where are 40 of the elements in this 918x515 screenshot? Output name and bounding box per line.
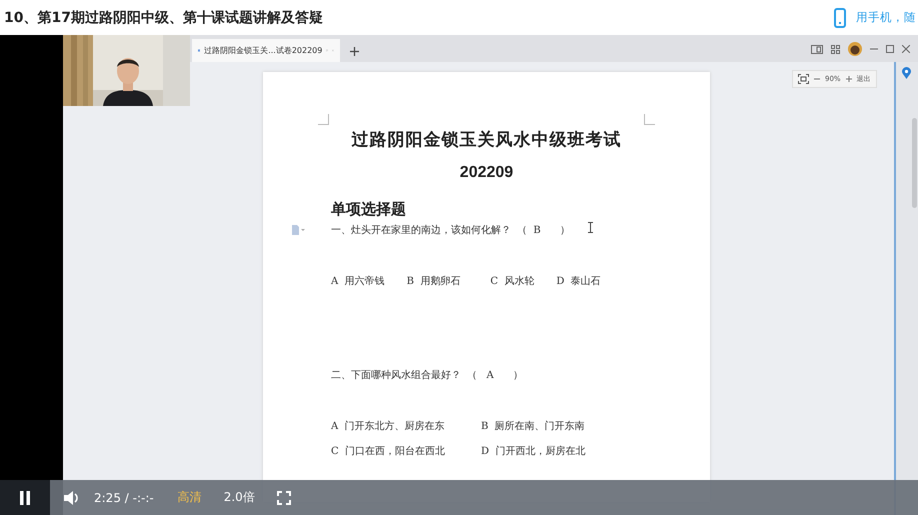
grid-icon[interactable] xyxy=(831,44,840,54)
pause-icon[interactable] xyxy=(19,490,31,504)
quality-button[interactable]: 高清 xyxy=(178,489,202,506)
play-pause-button[interactable] xyxy=(0,480,50,515)
lesson-title: 10、第17期过路阴阳中级、第十课试题讲解及答疑 xyxy=(4,8,324,26)
answer-option: B 用鹅卵石 xyxy=(406,274,460,288)
answer-text: （ A ） xyxy=(467,369,523,382)
new-tab-icon[interactable] xyxy=(350,47,359,56)
question-text: 二、下面哪种风水组合最好？ xyxy=(331,368,461,382)
answer-option: D 泰山石 xyxy=(556,274,601,288)
zoom-in-icon[interactable] xyxy=(846,76,852,82)
text-cursor-icon xyxy=(588,222,593,232)
document-title: 过路阴阳金锁玉关风水中级班考试 xyxy=(350,129,622,151)
answer-option: A 用六帝钱 xyxy=(331,274,385,288)
playback-time: 2:25 / -:-:- xyxy=(94,490,154,504)
question-text: 一、灶头开在家里的南边，该如何化解？ xyxy=(331,224,511,237)
section-heading: 单项选择题 xyxy=(331,200,407,219)
fit-page-icon[interactable] xyxy=(798,74,809,84)
crop-mark xyxy=(644,114,655,125)
answer-option: C 门口在西，阳台在西北 xyxy=(331,444,481,458)
location-pin-icon[interactable] xyxy=(902,67,911,79)
fullscreen-icon[interactable] xyxy=(276,490,291,504)
document-subtitle: 202209 xyxy=(458,164,514,182)
answer-text: （ B ） xyxy=(517,224,570,237)
answer-option: A 门开东北方、厨房在东 xyxy=(331,419,481,433)
zoom-out-icon[interactable] xyxy=(814,76,820,82)
avatar-icon[interactable] xyxy=(848,42,862,56)
answer-option: B 厕所在南、门开东南 xyxy=(481,419,710,433)
maximize-icon[interactable] xyxy=(886,45,894,53)
phone-icon xyxy=(834,8,846,28)
answer-option: D 门开西北，厨房在北 xyxy=(481,444,710,458)
crop-mark xyxy=(318,114,329,125)
doc-icon xyxy=(291,225,305,235)
mobile-link[interactable]: 用手机，随 xyxy=(856,10,918,25)
speed-button[interactable]: 2.0倍 xyxy=(224,489,255,506)
scrollbar-thumb[interactable] xyxy=(912,118,917,208)
answer-option: C 风水轮 xyxy=(490,274,534,288)
volume-icon[interactable] xyxy=(64,490,80,504)
screen-icon[interactable] xyxy=(811,44,823,54)
close-icon[interactable] xyxy=(902,45,910,53)
